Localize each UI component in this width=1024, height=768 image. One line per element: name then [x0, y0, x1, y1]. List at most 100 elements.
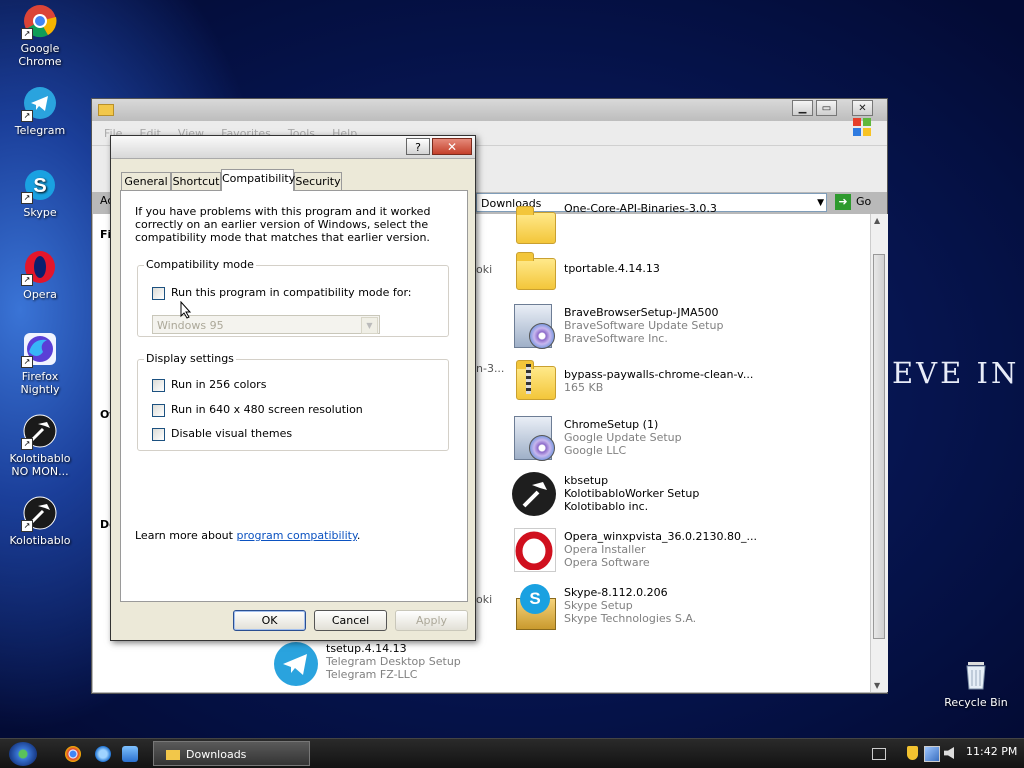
start-button[interactable] [9, 742, 37, 766]
file-company: Google LLC [564, 444, 627, 457]
folder-icon [510, 248, 560, 296]
desktop-icon-kolotibablo[interactable]: ↗ Kolotibablo [2, 496, 78, 547]
file-description: BraveSoftware Update Setup [564, 319, 724, 332]
learn-more-text: Learn more about program compatibility. [135, 529, 360, 542]
chevron-down-icon[interactable]: ▼ [361, 317, 378, 334]
svg-text:S: S [33, 175, 46, 197]
intro-text: If you have problems with this program a… [135, 205, 431, 244]
desktop-icon-label: Telegram [14, 124, 66, 137]
row-fragment: n-3... [476, 362, 505, 375]
disable-visual-themes-checkbox[interactable]: Disable visual themes [152, 427, 292, 441]
desktop-icon-opera[interactable]: ↗ Opera [2, 250, 78, 301]
hammer-icon [510, 470, 560, 518]
vertical-scrollbar[interactable]: ▲ ▼ [870, 214, 888, 692]
file-description: KolotibabloWorker Setup [564, 487, 700, 500]
volume-icon[interactable] [944, 747, 954, 759]
checkbox-box[interactable] [152, 403, 165, 417]
display-settings-group: Display settings Run in 256 colors Run i… [137, 352, 449, 451]
checkbox-box[interactable] [152, 427, 165, 441]
checkbox-box[interactable] [152, 286, 165, 300]
keyboard-icon[interactable] [872, 748, 886, 760]
checkbox-label: Disable visual themes [171, 427, 293, 440]
go-label: Go [856, 195, 872, 208]
compatibility-mode-checkbox[interactable]: Run this program in compatibility mode f… [152, 286, 412, 300]
learn-suffix: . [356, 529, 361, 542]
desktop-icon-telegram[interactable]: ↗ Telegram [2, 86, 78, 137]
checkbox-label: Run in 256 colors [171, 378, 267, 391]
desktop-icon-firefox-nightly[interactable]: ↗ Firefox Nightly [2, 332, 78, 396]
program-compatibility-link[interactable]: program compatibility [236, 529, 356, 542]
checkbox-box[interactable] [152, 378, 165, 392]
select-value: Windows 95 [157, 319, 224, 332]
maximize-button[interactable]: ▭ [816, 100, 837, 116]
scroll-thumb[interactable] [873, 254, 885, 639]
chrome-icon: ↗ [21, 4, 57, 40]
file-description: Google Update Setup [564, 431, 682, 444]
file-company: Opera Software [564, 556, 650, 569]
go-button[interactable]: ➜ Go [835, 192, 881, 212]
scroll-up-icon[interactable]: ▲ [874, 216, 880, 225]
group-label: Compatibility mode [144, 258, 256, 271]
row-fragment: oki [476, 263, 493, 276]
folder-icon [98, 104, 114, 116]
taskbar-button-downloads[interactable]: Downloads [153, 741, 310, 766]
file-company: BraveSoftware Inc. [564, 332, 668, 345]
desktop-icon-label: Google Chrome [18, 42, 62, 68]
desktop-icon-google-chrome[interactable]: ↗ Google Chrome [2, 4, 78, 68]
checkbox-label: Run in 640 x 480 screen resolution [171, 403, 363, 416]
windows-logo-icon [852, 117, 872, 137]
minimize-button[interactable]: ▁ [792, 100, 813, 116]
security-shield-icon[interactable] [907, 746, 918, 760]
help-button[interactable]: ? [406, 138, 430, 155]
file-name: ChromeSetup (1) [564, 418, 659, 431]
desktop-icon-label: Opera [23, 288, 57, 301]
network-icon[interactable] [924, 746, 940, 762]
run-640x480-checkbox[interactable]: Run in 640 x 480 screen resolution [152, 403, 363, 417]
cancel-button[interactable]: Cancel [314, 610, 387, 631]
desktop-icon-label: Recycle Bin [944, 696, 1008, 709]
desktop-icon-label: Firefox Nightly [20, 370, 60, 396]
file-company: Kolotibablo inc. [564, 500, 649, 513]
folder-icon [166, 750, 180, 760]
file-description: Opera Installer [564, 543, 646, 556]
chrome-icon[interactable] [65, 746, 81, 762]
installer-icon [510, 414, 560, 462]
opera-icon [510, 526, 560, 574]
desktop-icon-recycle-bin[interactable]: Recycle Bin [938, 658, 1014, 709]
taskbar-clock[interactable]: 11:42 PM [966, 745, 1017, 758]
desktop-icon-skype[interactable]: S ↗ Skype [2, 168, 78, 219]
recycle-bin-icon [959, 658, 993, 692]
close-button[interactable]: ✕ [852, 100, 873, 116]
scroll-down-icon[interactable]: ▼ [874, 681, 880, 690]
dialog-close-button[interactable]: ✕ [432, 138, 472, 155]
ok-button[interactable]: OK [233, 610, 306, 631]
explorer-titlebar[interactable]: ▁ ▭ ✕ [92, 99, 887, 121]
file-company: Telegram FZ-LLC [326, 668, 418, 681]
taskbar-button-label: Downloads [186, 748, 247, 761]
run-256-colors-checkbox[interactable]: Run in 256 colors [152, 378, 266, 392]
folder-icon [510, 202, 560, 250]
opera-icon: ↗ [21, 250, 57, 286]
checkbox-label: Run this program in compatibility mode f… [171, 286, 412, 299]
taskbar: Downloads [0, 738, 1024, 768]
file-name: tsetup.4.14.13 [326, 642, 407, 655]
firefox-nightly-icon: ↗ [21, 332, 57, 368]
chevron-down-icon[interactable]: ▼ [817, 194, 824, 213]
tab-shortcut[interactable]: Shortcut [171, 172, 221, 190]
tab-security[interactable]: Security [294, 172, 342, 190]
file-size: 165 KB [564, 381, 604, 394]
apply-button[interactable]: Apply [395, 610, 468, 631]
row-fragment: oki [476, 593, 493, 606]
tab-general[interactable]: General [121, 172, 171, 190]
telegram-icon: ↗ [21, 86, 57, 122]
installer-icon [510, 302, 560, 350]
explorer-quicklaunch-icon[interactable] [122, 746, 138, 762]
go-arrow-icon: ➜ [835, 194, 851, 210]
tab-compatibility[interactable]: Compatibility [221, 169, 295, 191]
desktop-icon-kolotibablo-no-mon[interactable]: ↗ Kolotibablo NO MON... [2, 414, 78, 478]
file-company: Skype Technologies S.A. [564, 612, 697, 625]
properties-dialog: ? ✕ General Shortcut Compatibility Secur… [110, 135, 476, 641]
dialog-titlebar[interactable]: ? ✕ [111, 136, 475, 159]
file-name: BraveBrowserSetup-JMA500 [564, 306, 719, 319]
internet-explorer-icon[interactable] [95, 746, 111, 762]
